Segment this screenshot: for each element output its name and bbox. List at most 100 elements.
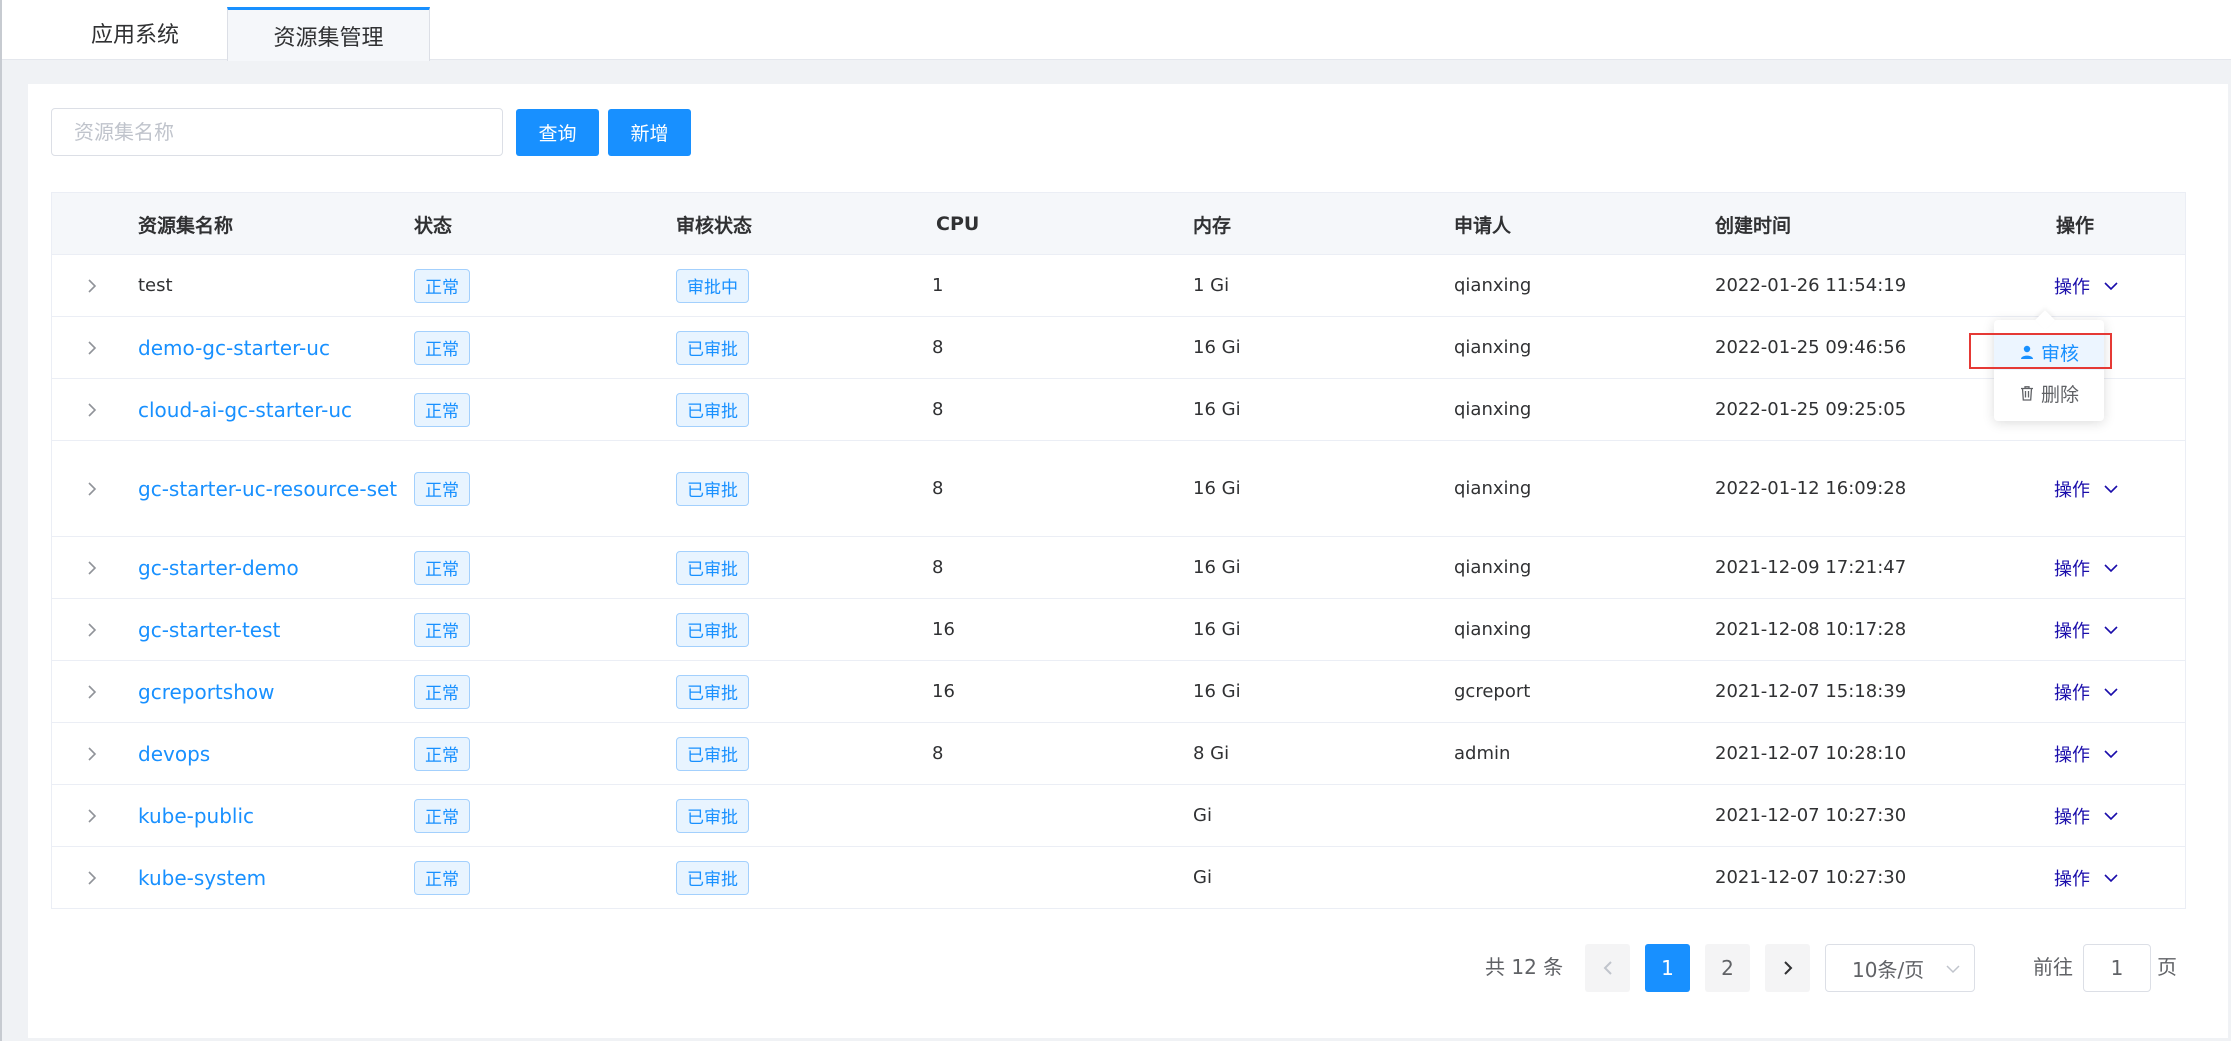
operation-dropdown-trigger[interactable]: 操作 [2054, 865, 2118, 891]
resource-set-name[interactable]: devops [138, 737, 210, 771]
cell-operation: 操作 [2020, 255, 2118, 316]
resource-set-name[interactable]: kube-public [138, 799, 254, 833]
resource-set-name[interactable]: kube-system [138, 861, 266, 895]
operation-label: 操作 [2054, 479, 2090, 501]
cell-applicant: qianxing [1454, 619, 1532, 640]
table-body: test 正常 审批中 1 1 Gi qianxing 2022-01-26 11:54:1… [52, 255, 2185, 909]
cell-name: demo-gc-starter-uc [138, 317, 398, 378]
chevron-right-icon [85, 339, 99, 357]
tab-bar: 应用系统 资源集管理 [2, 0, 2231, 61]
tab-app-system[interactable]: 应用系统 [42, 6, 228, 60]
cell-audit: 审批中 [676, 255, 749, 316]
chevron-right-icon [85, 621, 99, 639]
expand-row-button[interactable] [82, 255, 102, 316]
user-icon [2020, 345, 2033, 359]
cell-memory: Gi [1193, 867, 1212, 888]
table-row: test 正常 审批中 1 1 Gi qianxing 2022-01-26 11:54:1… [52, 255, 2185, 317]
status-badge: 正常 [414, 550, 470, 585]
cell-name: gcreportshow [138, 661, 398, 722]
cell-memory: 16 Gi [1193, 478, 1241, 499]
cell-created: 2022-01-25 09:46:56 [1715, 337, 1907, 358]
resource-set-name[interactable]: gc-starter-uc-resource-set [138, 472, 397, 506]
table-row: gcreportshow 正常 已审批 16 16 Gi gcreport 2021-12-… [52, 661, 2185, 723]
cell-memory: 16 Gi [1193, 619, 1241, 640]
chevron-right-icon [1783, 961, 1792, 975]
pagination-total: 共 12 条 [1485, 954, 1564, 979]
chevron-right-icon [85, 559, 99, 577]
expand-row-button[interactable] [82, 723, 102, 784]
goto-suffix: 页 [2157, 954, 2177, 979]
resource-set-name[interactable]: gc-starter-demo [138, 551, 299, 585]
expand-row-button[interactable] [82, 317, 102, 378]
operation-label: 操作 [2054, 558, 2090, 580]
status-badge: 正常 [414, 392, 470, 427]
next-page-button[interactable] [1765, 944, 1810, 992]
cell-cpu: 8 [932, 478, 944, 499]
header-operation: 操作 [2056, 214, 2095, 237]
page-size-select[interactable]: 10条/页 [1825, 944, 1975, 992]
cell-created: 2022-01-12 16:09:28 [1715, 478, 1907, 499]
chevron-right-icon [85, 745, 99, 763]
cell-audit: 已审批 [676, 379, 749, 440]
cell-cpu: 8 [932, 557, 944, 578]
cell-cpu: 8 [932, 337, 944, 358]
cell-cpu: 8 [932, 743, 944, 764]
pagination: 共 12 条 1 2 10条/页 前往 页 [28, 940, 2228, 992]
cell-name: kube-system [138, 847, 398, 908]
cell-name: devops [138, 723, 398, 784]
table-row: cloud-ai-gc-starter-uc 正常 已审批 8 16 Gi qianxin… [52, 379, 2185, 441]
resource-set-name[interactable]: demo-gc-starter-uc [138, 331, 330, 365]
status-badge: 正常 [414, 736, 470, 771]
cell-operation: 操作 [2020, 785, 2118, 846]
tab-resource-set-management[interactable]: 资源集管理 [227, 7, 430, 61]
goto-prefix: 前往 [2033, 954, 2073, 979]
operation-dropdown-trigger[interactable]: 操作 [2054, 679, 2118, 705]
cell-cpu: 16 [932, 619, 955, 640]
table-row: kube-system 正常 已审批 Gi 2021-12-07 10:27:30 操作 [52, 847, 2185, 909]
expand-row-button[interactable] [82, 379, 102, 440]
cell-name: test [138, 255, 398, 316]
chevron-right-icon [85, 480, 99, 498]
operation-dropdown-trigger[interactable]: 操作 [2054, 803, 2118, 829]
operation-dropdown-trigger[interactable]: 操作 [2054, 476, 2118, 502]
cell-status: 正常 [414, 599, 470, 660]
expand-row-button[interactable] [82, 537, 102, 598]
cell-operation: 操作 [2020, 847, 2118, 908]
resource-set-name[interactable]: cloud-ai-gc-starter-uc [138, 393, 352, 427]
page-1-button[interactable]: 1 [1645, 944, 1690, 992]
search-input[interactable] [51, 108, 503, 156]
operation-dropdown-trigger[interactable]: 操作 [2054, 273, 2118, 299]
goto-page-input[interactable] [2083, 944, 2151, 992]
resource-set-name[interactable]: gcreportshow [138, 675, 274, 709]
table-row: demo-gc-starter-uc 正常 已审批 8 16 Gi qianxing 202… [52, 317, 2185, 379]
cell-applicant: qianxing [1454, 399, 1532, 420]
expand-row-button[interactable] [82, 441, 102, 536]
expand-row-button[interactable] [82, 785, 102, 846]
cell-operation: 操作 [2020, 723, 2118, 784]
chevron-down-icon [1946, 965, 1960, 974]
cell-created: 2021-12-09 17:21:47 [1715, 557, 1907, 578]
operation-dropdown-trigger[interactable]: 操作 [2054, 617, 2118, 643]
operation-label: 操作 [2054, 276, 2090, 298]
cell-status: 正常 [414, 255, 470, 316]
expand-row-button[interactable] [82, 599, 102, 660]
operation-dropdown-trigger[interactable]: 操作 [2054, 555, 2118, 581]
prev-page-button[interactable] [1585, 944, 1630, 992]
resource-set-name[interactable]: gc-starter-test [138, 613, 280, 647]
add-button[interactable]: 新增 [608, 109, 691, 156]
status-badge: 正常 [414, 798, 470, 833]
expand-row-button[interactable] [82, 661, 102, 722]
expand-row-button[interactable] [82, 847, 102, 908]
dropdown-approve-item[interactable]: 审核 [1994, 334, 2104, 370]
resource-set-name: test [138, 275, 173, 296]
operation-dropdown-menu: 审核 删除 [1994, 310, 2104, 421]
chevron-right-icon [85, 869, 99, 887]
query-button[interactable]: 查询 [516, 109, 599, 156]
cell-status: 正常 [414, 379, 470, 440]
header-memory: 内存 [1193, 214, 1232, 237]
operation-dropdown-trigger[interactable]: 操作 [2054, 741, 2118, 767]
dropdown-delete-item[interactable]: 删除 [1994, 375, 2104, 411]
status-badge: 正常 [414, 330, 470, 365]
page-2-button[interactable]: 2 [1705, 944, 1750, 992]
header-name: 资源集名称 [138, 214, 234, 237]
